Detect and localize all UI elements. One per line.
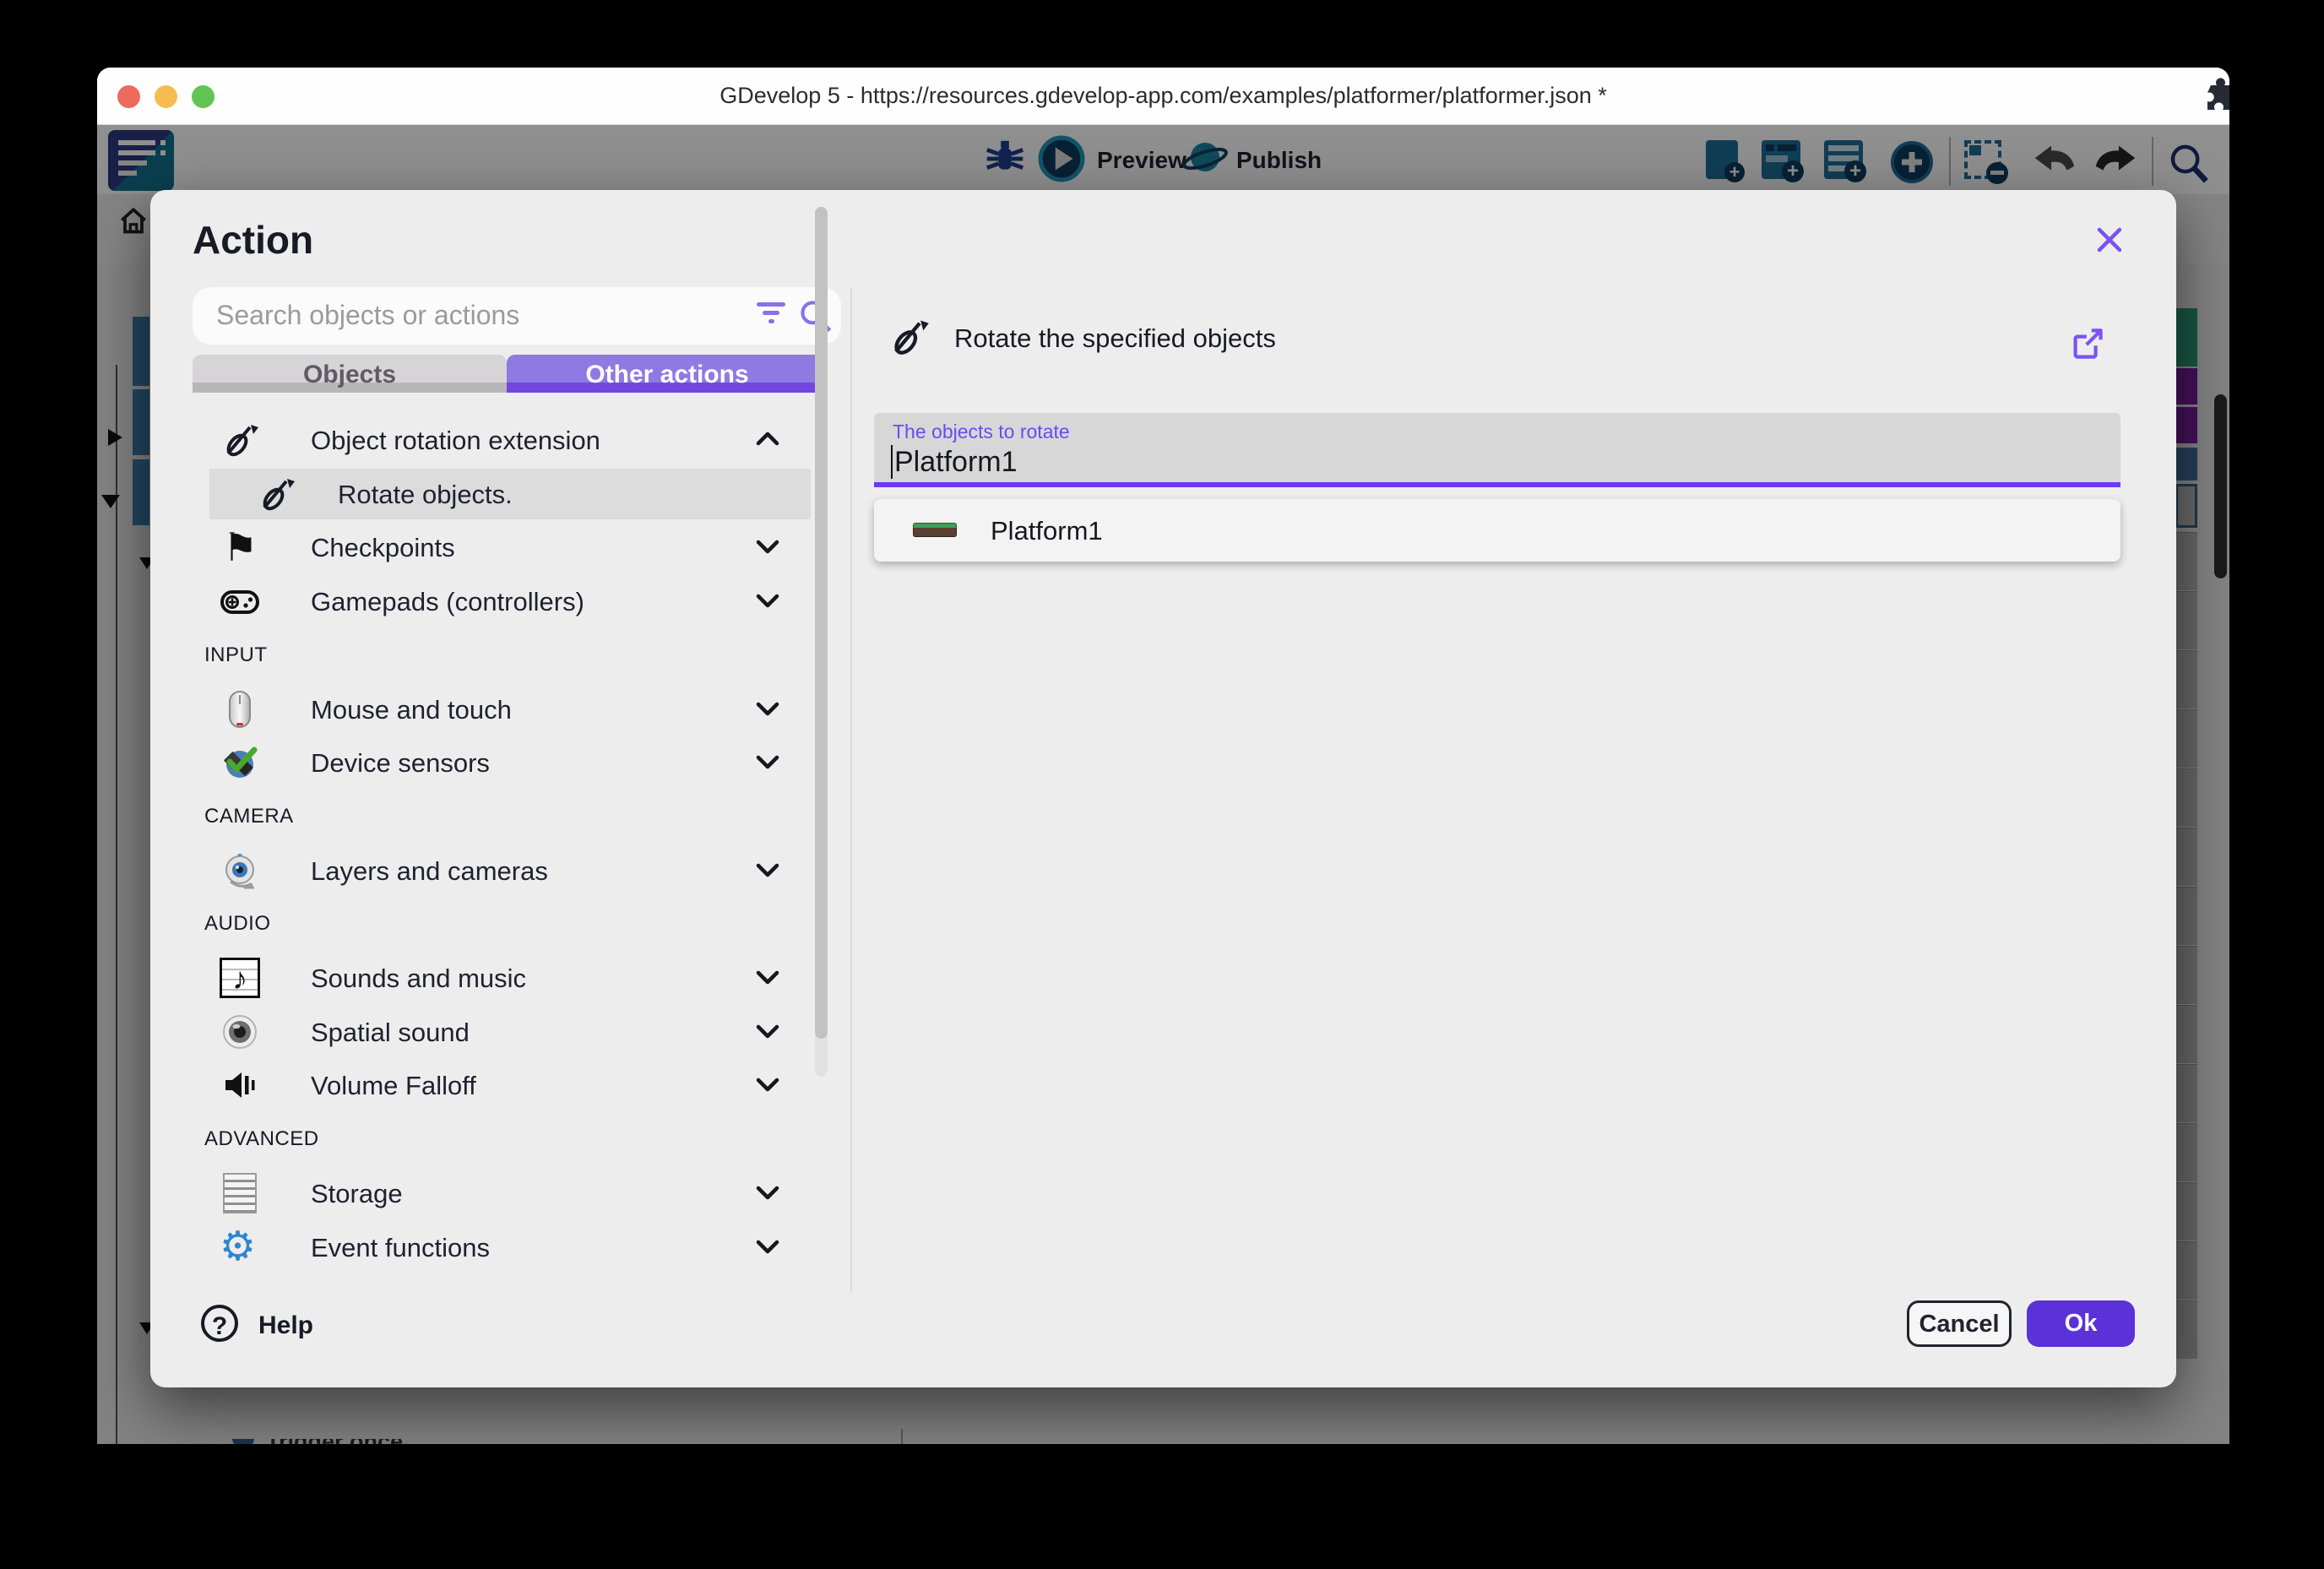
titlebar: GDevelop 5 - https://resources.gdevelop-… bbox=[97, 68, 2229, 125]
open-in-new-icon[interactable] bbox=[2067, 323, 2108, 364]
list-item-label: Rotate objects. bbox=[338, 480, 513, 510]
mouse-icon bbox=[220, 689, 260, 730]
list-item-label: Object rotation extension bbox=[311, 426, 600, 456]
section-header-advanced: ADVANCED bbox=[204, 1127, 319, 1151]
section-header-audio: AUDIO bbox=[204, 912, 271, 936]
panel-divider bbox=[850, 287, 852, 1292]
list-item-label: Event functions bbox=[311, 1233, 490, 1263]
chevron-down-icon[interactable] bbox=[753, 966, 782, 988]
window-title: GDevelop 5 - https://resources.gdevelop-… bbox=[97, 83, 2229, 109]
list-scrollbar-thumb[interactable] bbox=[815, 207, 828, 1039]
action-dialog: Action Objects Other actions Object rota… bbox=[150, 190, 2176, 1387]
list-item-label: Spatial sound bbox=[311, 1018, 470, 1048]
chevron-down-icon[interactable] bbox=[753, 1235, 782, 1257]
list-item-label: Storage bbox=[311, 1179, 403, 1209]
ok-button[interactable]: Ok bbox=[2027, 1300, 2135, 1347]
list-item-label: Gamepads (controllers) bbox=[311, 587, 584, 617]
filter-icon[interactable] bbox=[757, 302, 785, 328]
tab-other-actions[interactable]: Other actions bbox=[507, 355, 828, 393]
list-item-label: Sounds and music bbox=[311, 964, 526, 994]
speaker-icon bbox=[220, 1012, 260, 1052]
list-item-layers-and-cameras[interactable]: Layers and cameras bbox=[150, 845, 826, 896]
music-note-icon: ♪ bbox=[220, 958, 260, 998]
list-item-device-sensors[interactable]: Device sensors bbox=[150, 737, 826, 788]
cancel-button[interactable]: Cancel bbox=[1907, 1300, 2012, 1347]
chevron-down-icon[interactable] bbox=[753, 535, 782, 557]
storage-icon bbox=[220, 1173, 260, 1213]
list-item-object-rotation-extension[interactable]: Object rotation extension bbox=[150, 415, 826, 465]
suggestion-platform1[interactable]: Platform1 bbox=[874, 499, 2120, 562]
question-mark-icon: ? bbox=[201, 1305, 238, 1342]
list-item-rotate-objects[interactable]: Rotate objects. bbox=[209, 469, 811, 519]
chevron-down-icon[interactable] bbox=[753, 1020, 782, 1042]
list-item-mouse-and-touch[interactable]: Mouse and touch bbox=[150, 684, 826, 735]
section-header-input: INPUT bbox=[204, 643, 268, 667]
rotation-icon bbox=[256, 474, 296, 514]
rotation-icon bbox=[887, 315, 931, 359]
tab-objects[interactable]: Objects bbox=[193, 355, 507, 393]
list-item-gamepads-controllers[interactable]: Gamepads (controllers) bbox=[150, 576, 826, 627]
gear-icon: ⚙ bbox=[220, 1227, 260, 1268]
list-item-label: Mouse and touch bbox=[311, 695, 512, 725]
field-label: The objects to rotate bbox=[893, 421, 1070, 443]
field-value: Platform1 bbox=[894, 446, 1018, 479]
list-item-label: Layers and cameras bbox=[311, 856, 548, 887]
rotation-icon bbox=[220, 420, 260, 460]
suggestion-label: Platform1 bbox=[991, 516, 1103, 546]
screenshot-stage: GDevelop 5 - https://resources.gdevelop-… bbox=[0, 0, 2324, 1569]
chevron-down-icon[interactable] bbox=[753, 751, 782, 773]
list-item-sounds-and-music[interactable]: ♪ Sounds and music bbox=[150, 953, 826, 1003]
gamepad-icon bbox=[220, 581, 260, 622]
list-item-spatial-sound[interactable]: Spatial sound bbox=[150, 1007, 826, 1057]
volume-icon bbox=[220, 1065, 260, 1105]
list-item-volume-falloff[interactable]: Volume Falloff bbox=[150, 1060, 826, 1110]
list-item-storage[interactable]: Storage bbox=[150, 1168, 826, 1219]
suggestions-dropdown: Platform1 bbox=[874, 499, 2120, 562]
chevron-up-icon[interactable] bbox=[753, 428, 782, 450]
extensions-puzzle-icon[interactable] bbox=[2196, 78, 2229, 122]
list-item-event-functions[interactable]: ⚙ Event functions bbox=[150, 1222, 826, 1273]
list-item-checkpoints[interactable]: ⚑ Checkpoints bbox=[150, 522, 826, 573]
list-item-label: Device sensors bbox=[311, 748, 490, 779]
flag-icon: ⚑ bbox=[220, 527, 260, 567]
webcam-icon bbox=[220, 850, 260, 891]
dialog-title: Action bbox=[193, 217, 313, 263]
search-input[interactable] bbox=[214, 292, 704, 338]
section-header-camera: CAMERA bbox=[204, 805, 294, 828]
chevron-down-icon[interactable] bbox=[753, 589, 782, 611]
chevron-down-icon[interactable] bbox=[753, 1181, 782, 1203]
text-caret bbox=[891, 445, 893, 479]
chevron-down-icon[interactable] bbox=[753, 698, 782, 719]
search-bar bbox=[193, 287, 841, 345]
actions-list: Object rotation extension Rotate objects.… bbox=[150, 403, 850, 1298]
close-icon[interactable] bbox=[2088, 219, 2131, 261]
device-sensors-icon bbox=[220, 742, 260, 783]
chevron-down-icon[interactable] bbox=[753, 1073, 782, 1095]
help-label: Help bbox=[258, 1311, 313, 1340]
objects-to-rotate-field[interactable]: The objects to rotate Platform1 bbox=[874, 413, 2120, 487]
action-description: Rotate the specified objects bbox=[954, 323, 1276, 354]
platform-sprite-icon bbox=[913, 523, 957, 537]
list-item-label: Checkpoints bbox=[311, 533, 455, 563]
chevron-down-icon[interactable] bbox=[753, 859, 782, 881]
list-item-label: Volume Falloff bbox=[311, 1071, 476, 1101]
